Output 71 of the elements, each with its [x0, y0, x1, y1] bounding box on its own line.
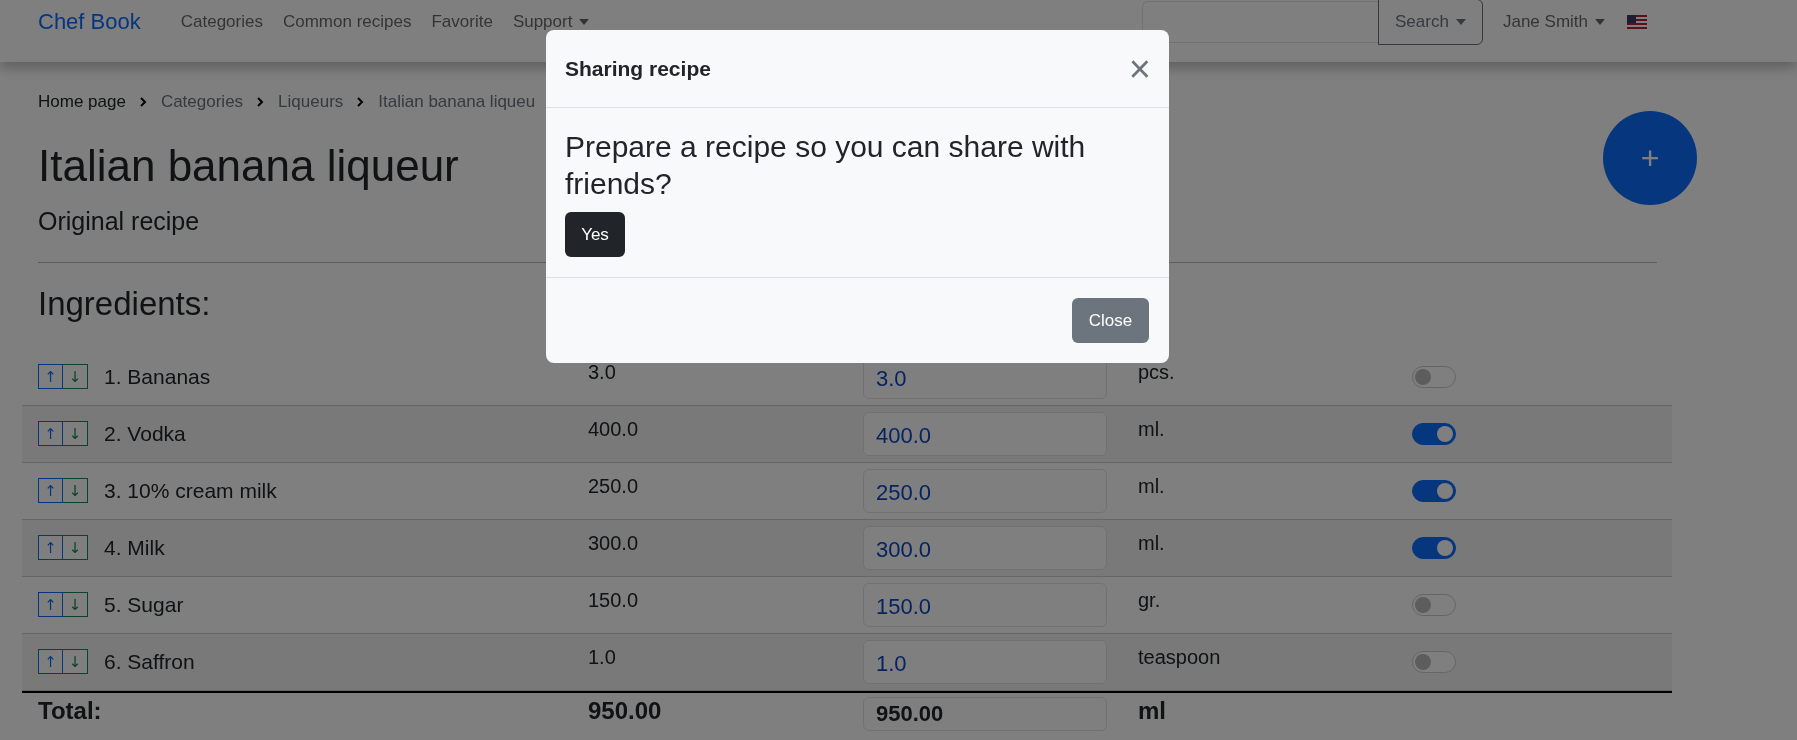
nav-link[interactable]: Categories	[170, 12, 273, 32]
toggle-switch[interactable]	[1412, 422, 1456, 445]
move-up-button[interactable]: ↑	[38, 478, 63, 504]
amount-text: 1.0	[588, 644, 617, 669]
breadcrumb-link[interactable]: Categories	[160, 92, 244, 112]
unit-text: teaspoon	[1138, 644, 1222, 669]
nav-link[interactable]: Favorite	[421, 12, 503, 32]
quantity-field[interactable]: 150.0	[863, 582, 1107, 627]
unit-text: gr.	[1138, 587, 1162, 612]
brand-logo[interactable]: Chef Book	[38, 9, 141, 35]
quantity-field[interactable]: 1.0	[863, 639, 1107, 684]
ingredient-name: 4. Milk	[104, 535, 166, 560]
chevron-icon	[357, 97, 365, 107]
toggle-switch[interactable]	[1412, 593, 1456, 616]
toggle-switch[interactable]	[1412, 650, 1456, 673]
toggle-switch[interactable]	[1412, 536, 1456, 559]
amount-text: 400.0	[588, 416, 640, 441]
total-field[interactable]: 950.00	[863, 696, 1107, 731]
toggle-switch[interactable]	[1412, 365, 1456, 388]
amount-text: 300.0	[588, 530, 640, 555]
total-label: Total:	[38, 696, 103, 725]
quantity-field[interactable]: 250.0	[863, 468, 1107, 513]
recipe-title: Italian banana liqueur	[38, 140, 459, 192]
toggle-switch[interactable]	[1412, 479, 1456, 502]
chevron-icon	[139, 97, 147, 107]
add-button[interactable]: +	[1603, 111, 1697, 205]
move-down-button[interactable]: ↓	[63, 535, 88, 561]
close-button[interactable]: Close	[1072, 298, 1149, 343]
breadcrumb-link[interactable]: Italian banana liqueu	[378, 92, 536, 112]
modal-question: Prepare a recipe so you can share with friends?	[565, 129, 1087, 202]
ingredient-name: 3. 10% cream milk	[104, 478, 278, 503]
move-down-button[interactable]: ↓	[63, 592, 88, 618]
recipe-subtitle: Original recipe	[38, 206, 200, 236]
unit-text: ml.	[1138, 530, 1166, 555]
total-unit: ml	[1138, 696, 1167, 725]
ingredient-name: 5. Sugar	[104, 592, 185, 617]
ingredient-name: 1. Bananas	[104, 364, 212, 389]
unit-text: ml.	[1138, 473, 1166, 498]
caret-icon	[1455, 19, 1466, 25]
breadcrumb-link[interactable]: Home page	[38, 92, 126, 112]
move-down-button[interactable]: ↓	[63, 478, 88, 504]
flag-icon[interactable]	[1627, 15, 1647, 29]
move-down-button[interactable]: ↓	[63, 421, 88, 447]
ingredient-name: 6. Saffron	[104, 649, 196, 674]
total-amount: 950.00	[588, 696, 663, 725]
move-up-button[interactable]: ↑	[38, 592, 63, 618]
ingredient-name: 2. Vodka	[104, 421, 187, 446]
move-up-button[interactable]: ↑	[38, 364, 63, 390]
search-button[interactable]: Search	[1377, 0, 1483, 45]
quantity-field[interactable]: 300.0	[863, 525, 1107, 570]
nav-link[interactable]: Support	[502, 12, 600, 32]
unit-text: ml.	[1138, 416, 1166, 441]
modal-title: Sharing recipe	[565, 56, 711, 81]
move-up-button[interactable]: ↑	[38, 649, 63, 675]
yes-button[interactable]: Yes	[565, 212, 625, 257]
breadcrumb-link[interactable]: Liqueurs	[278, 92, 344, 112]
chevron-icon	[257, 97, 265, 107]
nav-link[interactable]: Common recipes	[272, 12, 422, 32]
user-menu[interactable]: Jane Smith	[1492, 12, 1615, 32]
move-down-button[interactable]: ↓	[63, 364, 88, 390]
move-down-button[interactable]: ↓	[63, 649, 88, 675]
move-up-button[interactable]: ↑	[38, 535, 63, 561]
search-field[interactable]	[1141, 1, 1378, 43]
amount-text: 250.0	[588, 473, 640, 498]
amount-text: 150.0	[588, 587, 640, 612]
unit-text: pcs.	[1138, 359, 1176, 384]
section-heading: Ingredients:	[38, 284, 211, 323]
quantity-field[interactable]: 400.0	[863, 411, 1107, 456]
amount-text: 3.0	[588, 359, 617, 384]
move-up-button[interactable]: ↑	[38, 421, 63, 447]
close-icon[interactable]: ×	[1128, 49, 1151, 88]
